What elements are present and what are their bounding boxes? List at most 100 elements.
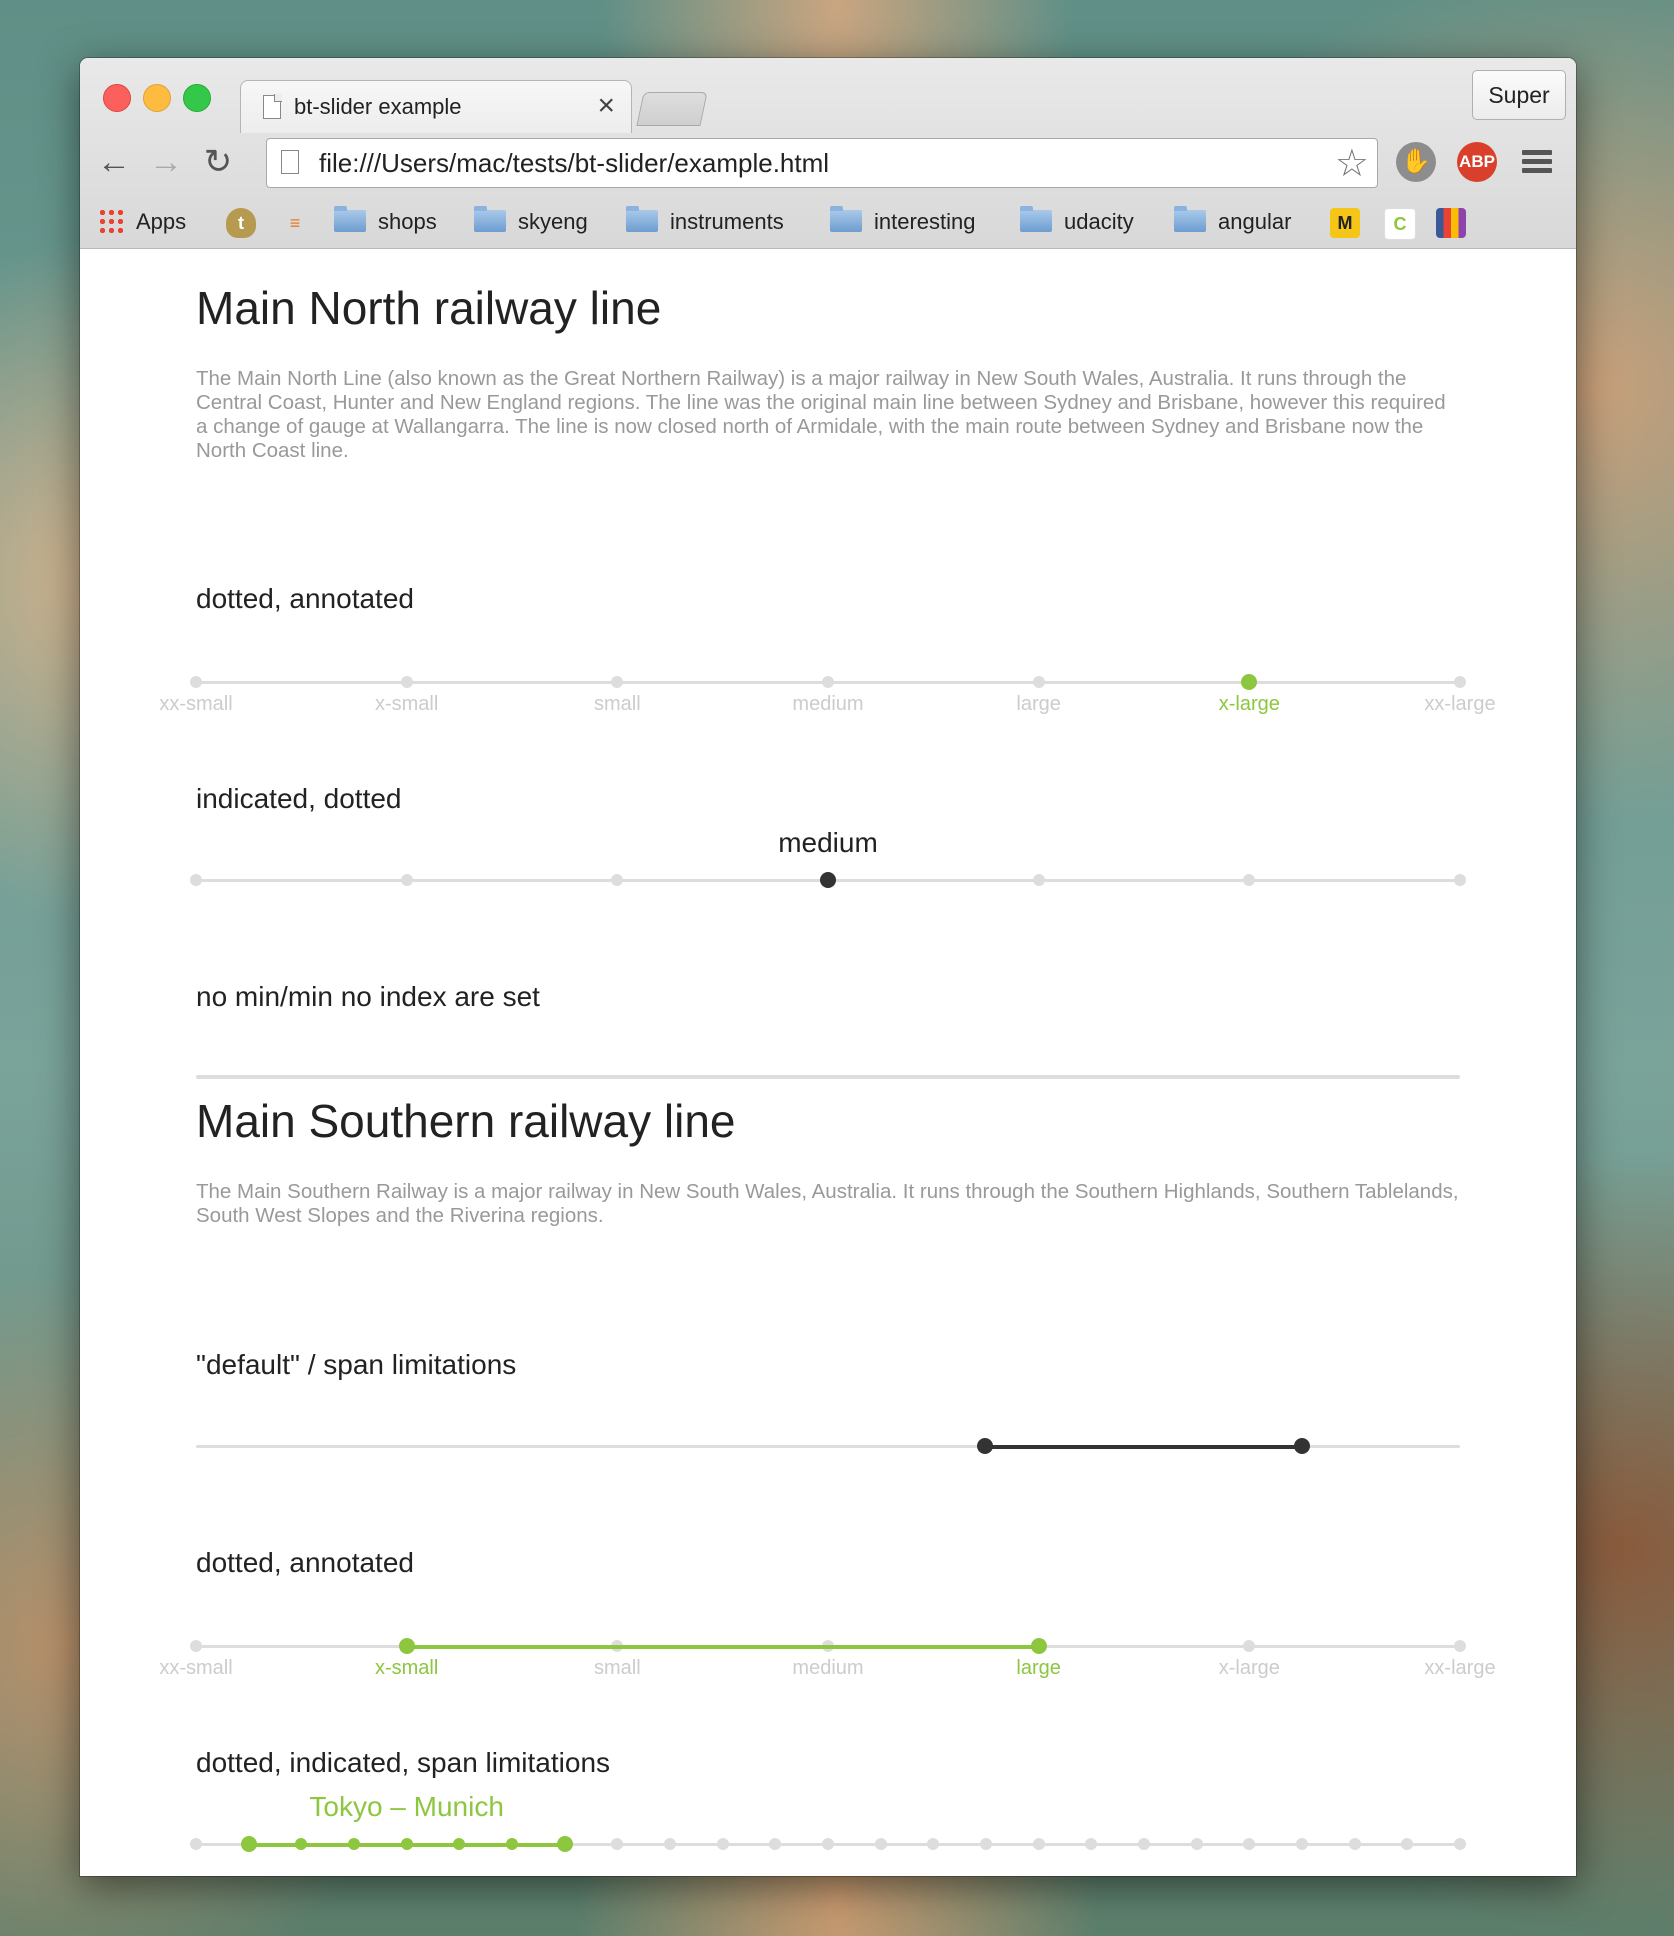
zoom-window-button[interactable]: [183, 84, 211, 112]
c-bookmark-icon[interactable]: C: [1384, 208, 1416, 240]
slider-dot[interactable]: [1190, 1838, 1203, 1850]
bookmark-apps[interactable]: Apps: [98, 206, 186, 238]
slider-dot[interactable]: [1296, 1838, 1308, 1850]
slider-dot[interactable]: [980, 1838, 992, 1850]
back-arrow-icon[interactable]: ←: [94, 142, 134, 182]
slider-dot[interactable]: [400, 874, 413, 886]
slider-dot[interactable]: [716, 1838, 729, 1850]
slider-dot[interactable]: [400, 676, 413, 688]
slider-handle[interactable]: [1241, 674, 1258, 690]
slider-dot[interactable]: [664, 1838, 676, 1850]
bookmark-folder-skyeng[interactable]: skyeng: [474, 206, 588, 238]
slider-indicator: Tokyo – Munich: [309, 1791, 504, 1822]
south-slider3-label: dotted, indicated, span limitations: [196, 1747, 611, 1778]
slider-handle-end[interactable]: [1030, 1638, 1047, 1654]
address-bar[interactable]: file:///Users/mac/tests/bt-slider/exampl…: [266, 138, 1378, 188]
north-slider2-label: indicated, dotted: [196, 783, 402, 814]
slider-dot[interactable]: [611, 1838, 624, 1850]
slider-dot[interactable]: [1454, 874, 1466, 886]
folder-icon: [334, 206, 366, 232]
slider-dot[interactable]: [1401, 1838, 1414, 1850]
slider-dot[interactable]: [1032, 1838, 1045, 1850]
tick-label: large: [1016, 693, 1061, 715]
tick-label: xx-small: [159, 1657, 233, 1679]
page-icon: [281, 150, 299, 174]
slider-range: [406, 1645, 1039, 1649]
bookmark-star-icon[interactable]: ☆: [1335, 141, 1369, 186]
slider-dot[interactable]: [1243, 1838, 1256, 1850]
title-bar: bt-slider example × Super: [80, 58, 1576, 133]
slider-handle-start[interactable]: [976, 1438, 993, 1454]
slider-dot[interactable]: [611, 676, 624, 688]
tab-close-icon[interactable]: ×: [597, 89, 615, 123]
slider-dot[interactable]: [190, 676, 202, 688]
bookmarks-bar: Apps t ≡ shops skyeng instruments intere…: [80, 198, 1576, 246]
bookmark-folder-shops[interactable]: shops: [334, 206, 437, 238]
slider-dot[interactable]: [769, 1838, 782, 1850]
south-slider-default-span[interactable]: [196, 1427, 1460, 1467]
slider-dot[interactable]: [927, 1838, 940, 1850]
new-tab-button[interactable]: [636, 92, 708, 126]
slider-dot[interactable]: [1243, 874, 1256, 886]
tick-label: xx-large: [1424, 693, 1496, 715]
slider-dot[interactable]: [874, 1838, 887, 1850]
close-window-button[interactable]: [103, 84, 131, 112]
slider-dot[interactable]: [822, 676, 834, 688]
hand-extension-icon[interactable]: ✋: [1396, 142, 1436, 182]
adblock-plus-icon[interactable]: ABP: [1457, 142, 1497, 182]
slider-dot[interactable]: [1243, 1640, 1256, 1652]
south-slider-dotted-indicated-span[interactable]: Tokyo – Munich: [190, 1791, 1466, 1865]
bookmark-label: instruments: [670, 209, 784, 234]
bookmark-folder-interesting[interactable]: interesting: [830, 206, 976, 238]
colorful-bookmark-icon[interactable]: [1436, 208, 1466, 238]
bookmark-label: udacity: [1064, 209, 1134, 234]
bookmark-folder-instruments[interactable]: instruments: [626, 206, 784, 238]
stack-bookmark-icon[interactable]: ≡: [280, 208, 310, 238]
bookmark-folder-angular[interactable]: angular: [1174, 206, 1291, 238]
slider-handle-start[interactable]: [398, 1638, 415, 1654]
slider-dot[interactable]: [822, 1838, 834, 1850]
tick-label: x-small: [374, 1657, 439, 1679]
bookmark-label: skyeng: [518, 209, 588, 234]
menu-icon[interactable]: [1522, 150, 1552, 174]
bookmark-folder-udacity[interactable]: udacity: [1020, 206, 1134, 238]
north-slider1-label: dotted, annotated: [196, 583, 414, 614]
north-slider-plain[interactable]: [196, 1057, 1460, 1097]
slider-handle-start[interactable]: [240, 1836, 257, 1852]
reload-icon[interactable]: ↻: [198, 142, 238, 182]
slider-handle-end[interactable]: [1294, 1438, 1310, 1454]
slider-handle-end[interactable]: [556, 1836, 573, 1852]
north-slider-dotted-annotated[interactable]: xx-small x-small small medium large x-large xx…: [159, 663, 1496, 715]
slider-dot[interactable]: [190, 1640, 202, 1652]
tick-label: xx-small: [159, 693, 233, 715]
forward-arrow-icon[interactable]: →: [146, 142, 186, 182]
slider-dot[interactable]: [1348, 1838, 1361, 1850]
slider-dot[interactable]: [1085, 1838, 1098, 1850]
profile-button[interactable]: Super: [1472, 70, 1566, 120]
slider-dot[interactable]: [1454, 676, 1466, 688]
slider-dot[interactable]: [190, 1838, 202, 1850]
tick-label: x-large: [1218, 693, 1280, 715]
slider-dot[interactable]: [1454, 1640, 1466, 1652]
minimize-window-button[interactable]: [143, 84, 171, 112]
south-description: The Main Southern Railway is a major rai…: [196, 1180, 1459, 1227]
tick-label: small: [593, 1657, 641, 1679]
toolbar: ← → ↻ file:///Users/mac/tests/bt-slider/…: [80, 132, 1576, 196]
tick-label: medium: [792, 1657, 864, 1679]
slider-dot[interactable]: [1032, 874, 1045, 886]
folder-icon: [830, 206, 862, 232]
north-slider-indicated-dotted[interactable]: medium: [190, 827, 1466, 901]
tick-label: small: [593, 693, 641, 715]
slider-dot[interactable]: [1032, 676, 1045, 688]
south-slider-dotted-annotated[interactable]: xx-small x-small small medium large x-large xx…: [159, 1627, 1496, 1679]
browser-tab[interactable]: bt-slider example ×: [240, 80, 632, 133]
shield-bookmark-icon[interactable]: t: [226, 208, 256, 238]
slider-dot[interactable]: [1454, 1838, 1466, 1850]
slider-dot[interactable]: [190, 874, 202, 886]
slider-dot[interactable]: [611, 874, 624, 886]
slider-handle[interactable]: [820, 872, 836, 888]
url-text[interactable]: file:///Users/mac/tests/bt-slider/exampl…: [319, 148, 829, 179]
slider-dot[interactable]: [1138, 1838, 1150, 1850]
slider-range: [248, 1843, 565, 1847]
m-bookmark-icon[interactable]: M: [1330, 208, 1360, 238]
